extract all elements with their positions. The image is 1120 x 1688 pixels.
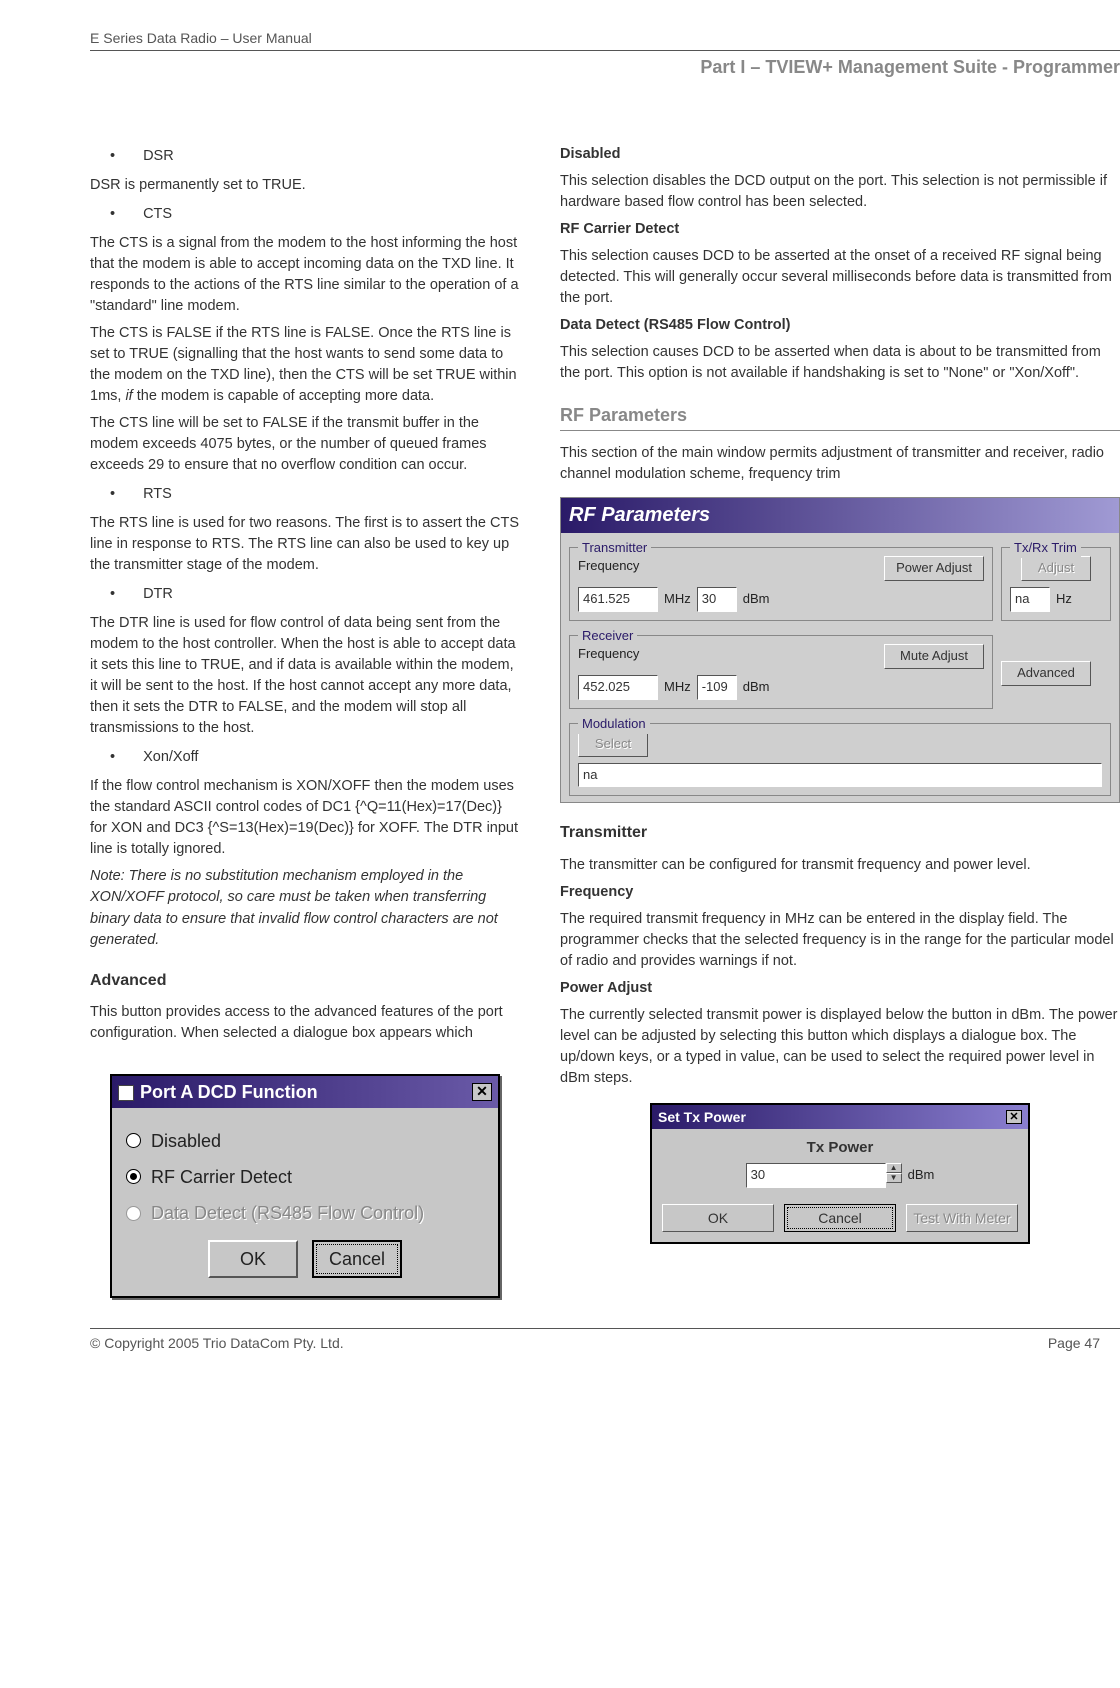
legend-modulation: Modulation [578,715,650,734]
radio-icon [126,1169,141,1184]
ok-button[interactable]: OK [208,1240,298,1278]
tx-power-titlebar[interactable]: Set Tx Power ✕ [652,1105,1028,1129]
heading-dd: Data Detect (RS485 Flow Control) [560,315,1120,336]
close-icon[interactable]: ✕ [1006,1110,1022,1124]
dcd-dialog: Port A DCD Function ✕ Disabled RF Carrie… [110,1074,500,1298]
dcd-dialog-titlebar[interactable]: Port A DCD Function ✕ [112,1076,498,1108]
para-cts-2: The CTS is FALSE if the RTS line is FALS… [90,325,517,404]
tx-power-title: Set Tx Power [658,1109,746,1125]
left-column: • DSR DSR is permanently set to TRUE. • CT… [90,138,520,1298]
para-rts: The RTS line is used for two reasons. Th… [90,513,520,576]
radio-dd-label: Data Detect (RS485 Flow Control) [151,1200,424,1226]
unit-mhz: MHz [664,590,691,609]
unit-dbm-2: dBm [743,678,770,697]
radio-disabled[interactable]: Disabled [126,1128,484,1154]
power-adjust-button[interactable]: Power Adjust [884,556,984,581]
select-button: Select [578,732,648,757]
para-dd: This selection causes DCD to be asserted… [560,342,1120,384]
para-cts-1: The CTS is a signal from the modem to th… [90,233,520,317]
rf-panel-title: RF Parameters [561,498,1119,533]
test-with-meter-button: Test With Meter [906,1204,1018,1232]
footer-copyright: © Copyright 2005 Trio DataCom Pty. Ltd. [90,1335,344,1351]
header-left: E Series Data Radio – User Manual [90,30,312,46]
heading-rfcd: RF Carrier Detect [560,219,1120,240]
tx-frequency-input[interactable]: 461.525 [578,587,658,612]
bullet-dtr: DTR [143,584,173,605]
spin-down-icon[interactable]: ▼ [886,1173,902,1183]
bullet-icon: • [110,747,115,768]
cancel-button[interactable]: Cancel [312,1240,402,1278]
bullet-icon: • [110,146,115,167]
para-cts-3: The CTS line will be set to FALSE if the… [90,413,520,476]
bullet-icon: • [110,204,115,225]
header-section-title: Part I – TVIEW+ Management Suite - Progr… [90,57,1120,78]
mute-adjust-button[interactable]: Mute Adjust [884,644,984,669]
rx-mute-input[interactable]: -109 [697,675,737,700]
heading-disabled: Disabled [560,144,1120,165]
heading-advanced: Advanced [90,969,520,992]
tx-power-input[interactable]: 30 [697,587,737,612]
legend-transmitter: Transmitter [578,539,651,558]
right-column: Disabled This selection disables the DCD… [560,138,1120,1298]
heading-frequency: Frequency [560,882,1120,903]
para-rfcd: This selection causes DCD to be asserted… [560,246,1120,309]
unit-dbm: dBm [743,590,770,609]
heading-transmitter: Transmitter [560,821,1120,844]
radio-disabled-label: Disabled [151,1128,221,1154]
unit-hz: Hz [1056,590,1072,609]
group-receiver: Receiver Frequency Mute Adjust 452.025 M… [569,635,993,709]
legend-trim: Tx/Rx Trim [1010,539,1081,558]
para-dsr: DSR is permanently set to TRUE. [90,175,520,196]
ok-button[interactable]: OK [662,1204,774,1232]
bullet-icon: • [110,484,115,505]
tx-power-label: Tx Power [662,1137,1018,1159]
rf-parameters-panel: RF Parameters Transmitter Frequency Powe… [560,497,1120,803]
bullet-cts: CTS [143,204,172,225]
page-footer: © Copyright 2005 Trio DataCom Pty. Ltd. … [90,1328,1120,1351]
rx-frequency-input[interactable]: 452.025 [578,675,658,700]
radio-icon [126,1206,141,1221]
label-tx-frequency: Frequency [578,557,639,576]
heading-rf-parameters: RF Parameters [560,402,1120,431]
para-dtr: The DTR line is used for flow control of… [90,613,520,739]
radio-data-detect: Data Detect (RS485 Flow Control) [126,1200,484,1226]
cancel-button[interactable]: Cancel [784,1204,896,1232]
para-xonxoff: If the flow control mechanism is XON/XOF… [90,776,520,860]
para-transmitter: The transmitter can be configured for tr… [560,855,1120,876]
legend-receiver: Receiver [578,627,637,646]
close-icon[interactable]: ✕ [472,1083,492,1101]
bullet-dsr: DSR [143,146,174,167]
bullet-xonxoff: Xon/Xoff [143,747,198,768]
advanced-button[interactable]: Advanced [1001,661,1091,686]
para-rf-parameters: This section of the main window permits … [560,443,1120,485]
app-icon [118,1085,134,1101]
group-transmitter: Transmitter Frequency Power Adjust 461.5… [569,547,993,621]
footer-page-number: Page 47 [1048,1335,1100,1351]
modulation-input[interactable]: na [578,763,1102,788]
para-advanced: This button provides access to the advan… [90,1002,520,1044]
unit-dbm-3: dBm [908,1166,935,1185]
unit-mhz-2: MHz [664,678,691,697]
note-xonxoff: Note: There is no substitution mechanism… [90,866,520,950]
radio-rf-label: RF Carrier Detect [151,1164,292,1190]
bullet-rts: RTS [143,484,172,505]
tx-power-input[interactable]: 30 [746,1163,886,1188]
label-rx-frequency: Frequency [578,645,639,664]
trim-value-input[interactable]: na [1010,587,1050,612]
para-disabled: This selection disables the DCD output o… [560,171,1120,213]
heading-power-adjust: Power Adjust [560,978,1120,999]
radio-icon [126,1133,141,1148]
para-frequency: The required transmit frequency in MHz c… [560,909,1120,972]
group-modulation: Modulation Select na [569,723,1111,797]
page-header: E Series Data Radio – User Manual [90,30,1120,51]
tx-power-dialog: Set Tx Power ✕ Tx Power 30 ▲ ▼ dBm [650,1103,1030,1244]
trim-adjust-button: Adjust [1021,556,1091,581]
bullet-icon: • [110,584,115,605]
spin-up-icon[interactable]: ▲ [886,1163,902,1173]
radio-rf-carrier[interactable]: RF Carrier Detect [126,1164,484,1190]
para-power-adjust: The currently selected transmit power is… [560,1005,1120,1089]
dcd-dialog-title: Port A DCD Function [140,1082,318,1102]
group-advanced: Advanced [1001,635,1111,709]
group-txrx-trim: Tx/Rx Trim Adjust na Hz [1001,547,1111,621]
